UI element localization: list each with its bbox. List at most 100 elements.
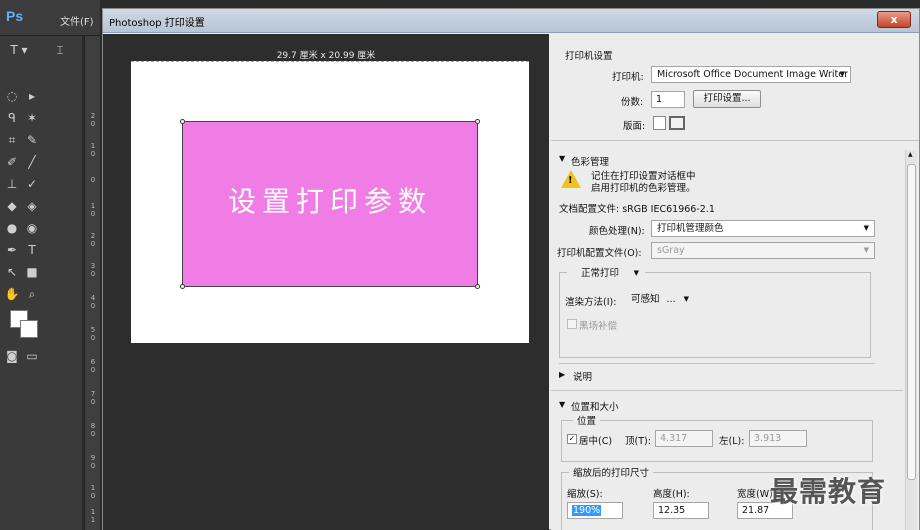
- print-mode-select[interactable]: 正常打印 ▼: [567, 265, 645, 282]
- center-checkbox[interactable]: ✓: [567, 434, 577, 444]
- lasso-icon[interactable]: ◌: [4, 88, 20, 104]
- top-field[interactable]: 4.317: [655, 430, 713, 447]
- brush-icon[interactable]: ╱: [24, 154, 40, 170]
- collapse-arrow-icon[interactable]: ▼: [559, 400, 565, 409]
- warning-mark: !: [568, 175, 573, 186]
- ruler-tick: 0: [90, 120, 96, 128]
- settings-scrollbar[interactable]: ▲: [905, 150, 917, 530]
- blur-icon[interactable]: ●: [4, 220, 20, 236]
- height-label: 高度(H):: [653, 489, 690, 500]
- black-point-label: 黑场补偿: [579, 321, 618, 332]
- zoom-icon[interactable]: ⌕: [24, 286, 40, 302]
- chevron-down-icon: ▼: [863, 246, 869, 254]
- scrollbar-thumb[interactable]: [907, 164, 916, 480]
- top-label: 顶(T):: [625, 436, 651, 447]
- chevron-down-icon: ▼: [839, 70, 845, 78]
- photoshop-menubar: Ps 文件(F): [0, 0, 100, 36]
- left-field[interactable]: 3.913: [749, 430, 807, 447]
- color-handling-select[interactable]: 打印机管理颜色 ▼: [651, 220, 875, 237]
- menu-file[interactable]: 文件(F): [60, 13, 94, 28]
- ruler-tick: 0: [90, 150, 96, 158]
- scroll-up-icon[interactable]: ▲: [908, 151, 913, 158]
- quick-select-icon[interactable]: ᑫ: [4, 110, 20, 126]
- center-label: 居中(C): [579, 436, 613, 447]
- ruler-tick: 2: [90, 112, 96, 120]
- ruler-tick: 3: [90, 262, 96, 270]
- eraser-icon[interactable]: ◆: [4, 198, 20, 214]
- rendering-intent-label: 渲染方法(I):: [565, 297, 617, 308]
- background-color-swatch[interactable]: [20, 320, 38, 338]
- chevron-down-icon: ▼: [683, 295, 689, 303]
- printer-select[interactable]: Microsoft Office Document Image Writer ▼: [651, 66, 851, 83]
- expand-arrow-icon[interactable]: ▶: [559, 370, 565, 379]
- left-label: 左(L):: [719, 436, 745, 447]
- ruler-tick: 0: [90, 366, 96, 374]
- printer-select-value: Microsoft Office Document Image Writer: [657, 69, 848, 80]
- ruler-tick: 7: [90, 390, 96, 398]
- preview-paper: 设置打印参数: [131, 61, 529, 343]
- ruler-tick: 0: [90, 302, 96, 310]
- type-tool-icon[interactable]: T ▾: [4, 42, 34, 58]
- ruler-tick: 0: [90, 430, 96, 438]
- paint-bucket-icon[interactable]: ◈: [24, 198, 40, 214]
- rendering-intent-more: ...: [666, 294, 676, 305]
- resize-handle[interactable]: [180, 284, 185, 289]
- printer-setup-title: 打印机设置: [565, 51, 613, 62]
- eyedropper-icon[interactable]: ✎: [24, 132, 40, 148]
- rectangle-icon[interactable]: ■: [24, 264, 40, 280]
- screen-mode-icon[interactable]: ▭: [24, 348, 40, 364]
- close-button[interactable]: x: [877, 11, 911, 28]
- quick-mask-icon[interactable]: ◙: [4, 348, 20, 364]
- ruler-tick: 0: [90, 398, 96, 406]
- path-select-icon[interactable]: ↖: [4, 264, 20, 280]
- dialog-titlebar[interactable]: Photoshop 打印设置 x: [103, 9, 919, 33]
- landscape-icon[interactable]: [669, 116, 685, 130]
- pen-icon[interactable]: ✒: [4, 242, 20, 258]
- print-image-text: 设置打印参数: [227, 185, 432, 218]
- divider: [559, 363, 875, 364]
- vertical-type-icon[interactable]: ⌶: [52, 42, 68, 58]
- printer-profile-select[interactable]: sGray ▼: [651, 242, 875, 259]
- layout-label: 版面:: [623, 121, 646, 132]
- print-image-bounds[interactable]: 设置打印参数: [180, 119, 480, 289]
- healing-brush-icon[interactable]: ✐: [4, 154, 20, 170]
- resize-handle[interactable]: [475, 284, 480, 289]
- portrait-icon[interactable]: [653, 116, 666, 130]
- history-brush-icon[interactable]: ✓: [24, 176, 40, 192]
- warning-text-2: 启用打印机的色彩管理。: [591, 183, 696, 194]
- magic-wand-icon[interactable]: ✶: [24, 110, 40, 126]
- resize-handle[interactable]: [475, 119, 480, 124]
- copies-label: 份数:: [621, 97, 644, 108]
- rendering-intent-select[interactable]: 可感知 ... ▼: [625, 291, 695, 308]
- print-setup-button[interactable]: 打印设置...: [693, 90, 761, 108]
- photoshop-logo: Ps: [6, 8, 24, 24]
- ruler-tick: 1: [90, 508, 96, 516]
- copies-field[interactable]: 1: [651, 91, 685, 108]
- resize-handle[interactable]: [180, 119, 185, 124]
- scale-value: 190%: [572, 505, 602, 516]
- paper-size-label: 29.7 厘米 x 20.99 厘米: [276, 51, 376, 61]
- height-field[interactable]: 12.35: [653, 502, 709, 519]
- printer-label: 打印机:: [612, 72, 644, 83]
- chevron-down-icon: ▼: [633, 269, 639, 277]
- print-mode-group: [559, 272, 871, 358]
- collapse-arrow-icon[interactable]: ▼: [559, 154, 565, 163]
- text-tool-icon[interactable]: T: [24, 242, 40, 258]
- description-title: 说明: [573, 372, 593, 383]
- print-mode-value: 正常打印: [581, 268, 620, 279]
- stamp-icon[interactable]: ⊥: [4, 176, 20, 192]
- watermark: 最需教育: [770, 475, 887, 508]
- crop-icon[interactable]: ⌗: [4, 132, 20, 148]
- divider: [551, 140, 919, 141]
- black-point-checkbox[interactable]: [567, 319, 577, 329]
- ruler-tick: 1: [90, 142, 96, 150]
- ruler-tick: 1: [90, 202, 96, 210]
- rendering-intent-value: 可感知: [631, 294, 660, 305]
- hand-icon[interactable]: ✋: [4, 286, 20, 302]
- ruler-tick: 4: [90, 294, 96, 302]
- move-icon[interactable]: ▸: [24, 88, 40, 104]
- dodge-icon[interactable]: ◉: [24, 220, 40, 236]
- scale-field[interactable]: 190%: [567, 502, 623, 519]
- position-size-title: 位置和大小: [571, 402, 619, 413]
- ruler-tick: 9: [90, 454, 96, 462]
